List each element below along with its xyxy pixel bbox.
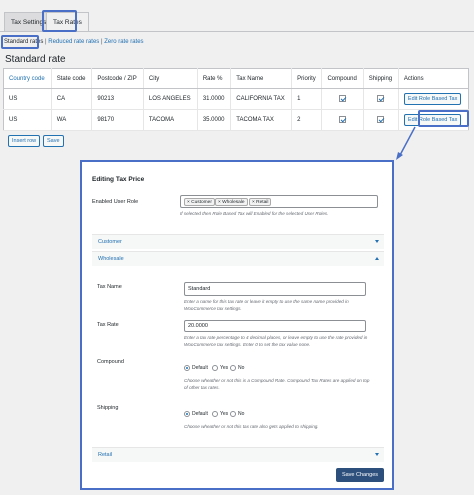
cell-compound [321, 109, 364, 131]
cell-tax-name[interactable]: CALIFORNIA TAX [230, 88, 292, 110]
accordion-wholesale[interactable]: Wholesale [92, 251, 384, 266]
tax-name-label: Tax Name [97, 284, 122, 290]
cell-shipping [362, 88, 399, 110]
cell-country[interactable]: US [3, 109, 52, 131]
col-compound: Compound [321, 68, 364, 89]
table-row: US CA 90213 LOS ANGELES 31.0000 CALIFORN… [3, 88, 469, 110]
roles-help-text: If selected then Role Based Tax will Ena… [180, 211, 329, 216]
cell-priority[interactable]: 2 [291, 109, 322, 131]
accordion-label: Customer [98, 239, 122, 245]
tax-rates-table: Country code State code Postcode / ZIP C… [3, 68, 469, 131]
role-tag-customer[interactable]: × Customer [184, 198, 215, 206]
chevron-down-icon [375, 240, 379, 243]
radio-label: No [238, 365, 245, 371]
radio-label: No [238, 411, 245, 417]
table-header-row: Country code State code Postcode / ZIP C… [3, 68, 469, 89]
cell-state[interactable]: WA [50, 109, 92, 131]
cell-state[interactable]: CA [50, 88, 92, 110]
shipping-checkbox[interactable] [377, 94, 385, 102]
radio-label: Default [192, 365, 208, 371]
col-tax-name: Tax Name [230, 68, 292, 89]
compound-help: Choose wheather or not this is a Compoun… [184, 378, 370, 390]
compound-radio-yes[interactable] [212, 365, 218, 371]
section-title: Standard rate [5, 54, 66, 65]
shipping-radio-yes[interactable] [212, 411, 218, 417]
cell-zip[interactable]: 90213 [91, 88, 144, 110]
cell-compound [321, 88, 364, 110]
cell-rate[interactable]: 35.0000 [196, 109, 231, 131]
col-state-code: State code [50, 68, 92, 89]
cell-city[interactable]: TACOMA [142, 109, 198, 131]
link-zero-rates[interactable]: Zero rate rates [104, 39, 143, 45]
radio-label: Yes [220, 365, 229, 371]
insert-row-button[interactable]: Insert row [8, 135, 41, 147]
tax-name-help: Enter a name for this tax rate or leave … [184, 299, 349, 311]
cell-city[interactable]: LOS ANGELES [142, 88, 198, 110]
highlight-tax-rates-tab [42, 10, 77, 32]
shipping-help: Choose wheather or not this tax rate als… [184, 424, 319, 429]
accordion-label: Wholesale [98, 256, 124, 262]
role-tag-label: Retail [256, 200, 269, 205]
cell-zip[interactable]: 98170 [91, 109, 144, 131]
cell-shipping [362, 109, 399, 131]
accordion-label: Retail [98, 452, 113, 458]
save-changes-button[interactable]: Save Changes [336, 468, 384, 482]
cell-tax-name[interactable]: TACOMA TAX [230, 109, 292, 131]
highlight-standard-rates [1, 35, 39, 49]
link-reduced-rates[interactable]: Reduced rate rates [48, 39, 99, 45]
cell-actions: Edit Role Based Tax [397, 88, 469, 110]
arrow-icon [396, 126, 416, 160]
col-postcode: Postcode / ZIP [91, 68, 144, 89]
compound-radio-default[interactable] [184, 365, 190, 371]
user-role-select[interactable]: × Customer × Wholesale × Retail [180, 195, 378, 208]
save-button[interactable]: Save [43, 135, 64, 147]
panel-title: Editing Tax Price [92, 176, 145, 183]
compound-label: Compound [97, 359, 124, 365]
cell-country[interactable]: US [3, 88, 52, 110]
editing-tax-price-panel: Editing Tax Price Enabled User Role × Cu… [80, 160, 394, 490]
role-tag-wholesale[interactable]: × Wholesale [215, 198, 248, 206]
role-tag-label: Customer [191, 200, 212, 205]
col-actions: Actions [397, 68, 469, 89]
chevron-down-icon [375, 453, 379, 456]
radio-label: Yes [220, 411, 229, 417]
highlight-edit-button [418, 110, 469, 127]
tax-rate-input[interactable]: 20.0000 [184, 320, 366, 332]
col-country-code[interactable]: Country code [3, 68, 52, 89]
cell-priority[interactable]: 1 [291, 88, 322, 110]
col-city: City [142, 68, 198, 89]
role-tag-retail[interactable]: × Retail [249, 198, 272, 206]
cell-rate[interactable]: 31.0000 [196, 88, 231, 110]
col-shipping: Shipping [362, 68, 399, 89]
compound-checkbox[interactable] [339, 115, 347, 123]
shipping-radio-default[interactable] [184, 411, 190, 417]
compound-checkbox[interactable] [339, 94, 347, 102]
radio-label: Default [192, 411, 208, 417]
tax-rate-label: Tax Rate [97, 322, 119, 328]
tax-name-input[interactable]: Standard [184, 282, 366, 296]
chevron-up-icon [375, 257, 379, 260]
compound-radio-no[interactable] [230, 365, 236, 371]
col-priority: Priority [291, 68, 322, 89]
accordion-retail[interactable]: Retail [92, 447, 384, 462]
role-tag-label: Wholesale [222, 200, 245, 205]
shipping-checkbox[interactable] [377, 115, 385, 123]
accordion-customer[interactable]: Customer [92, 234, 384, 249]
tax-rate-help: Enter a tax rate percentage to 4 decimal… [184, 335, 368, 347]
shipping-label: Shipping [97, 405, 119, 411]
edit-role-based-tax-button[interactable]: Edit Role Based Tax [403, 93, 462, 105]
enabled-user-role-label: Enabled User Role [92, 199, 139, 205]
col-rate: Rate % [196, 68, 231, 89]
shipping-radio-no[interactable] [230, 411, 236, 417]
